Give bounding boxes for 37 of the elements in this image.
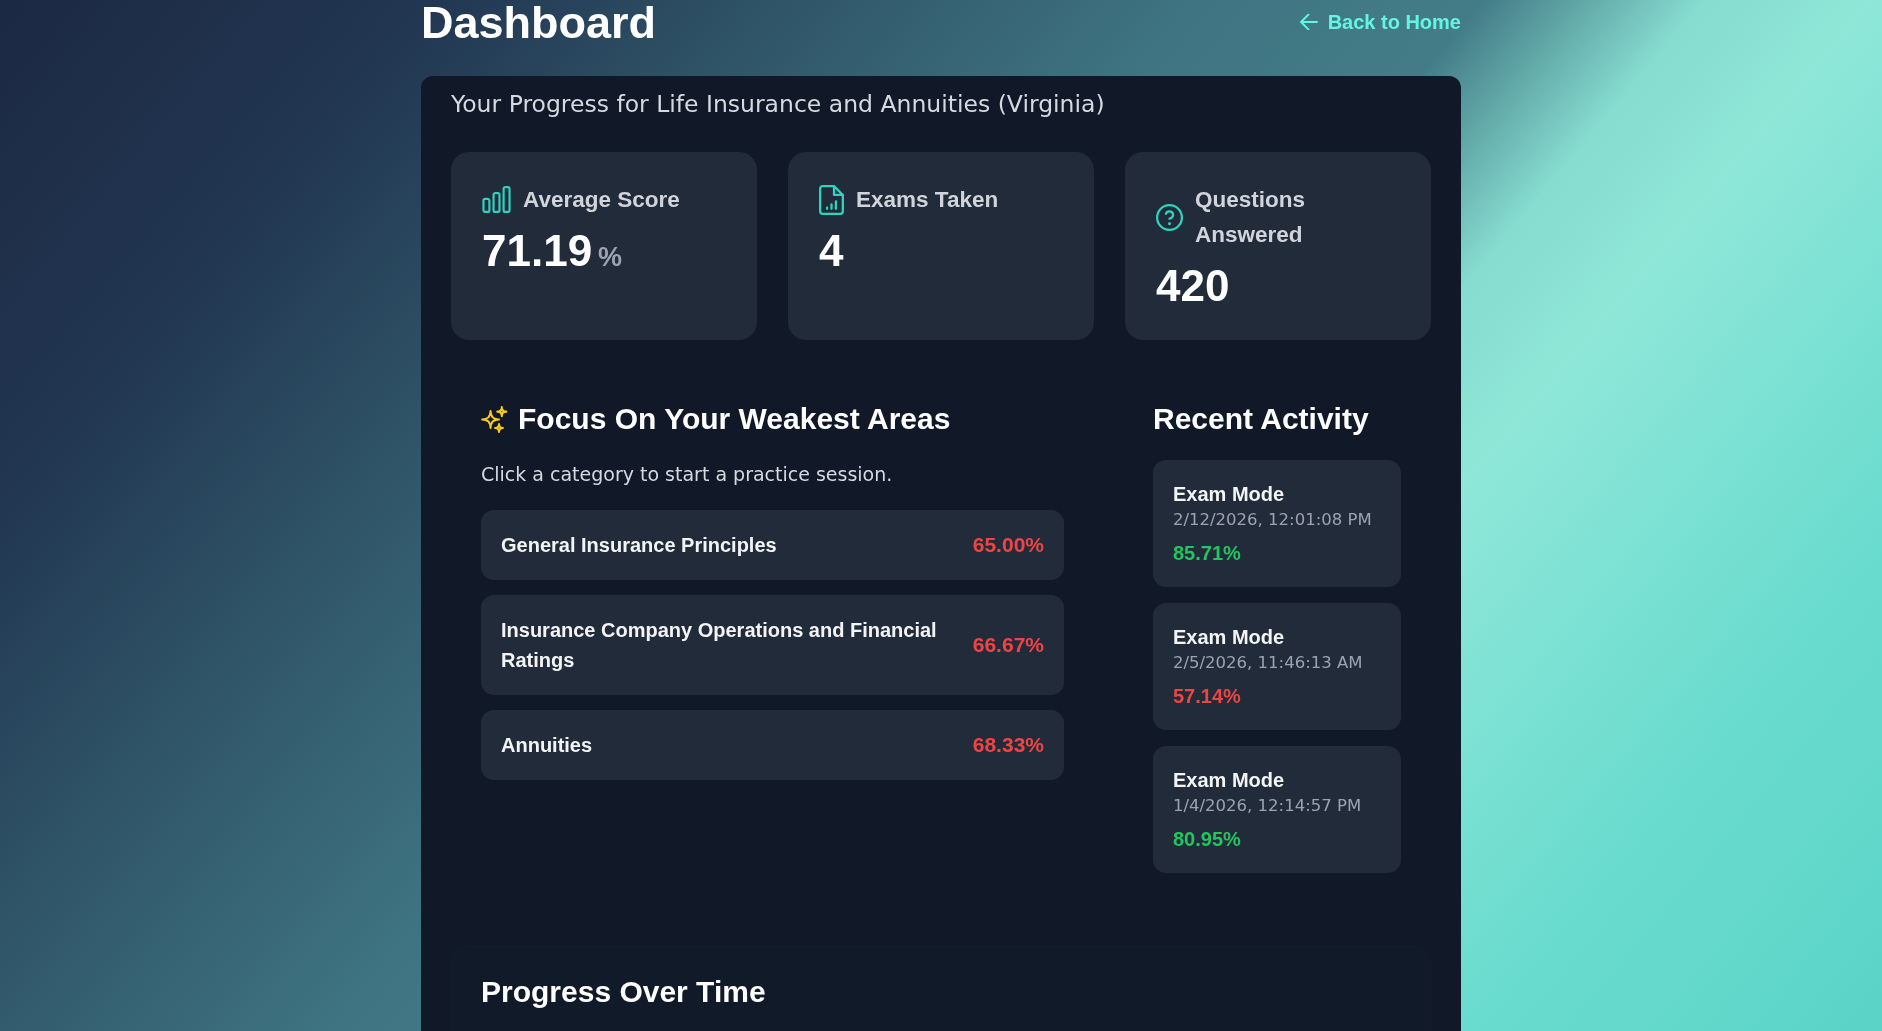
stat-label: Questions Answered bbox=[1195, 186, 1307, 249]
bar-chart-icon bbox=[482, 186, 511, 213]
category-item[interactable]: Insurance Company Operations and Financial Ratings 66.67% bbox=[481, 595, 1064, 695]
category-score: 68.33% bbox=[972, 732, 1044, 758]
category-item[interactable]: General Insurance Principles 65.00% bbox=[481, 510, 1064, 580]
category-name: General Insurance Principles bbox=[501, 533, 777, 558]
stat-value: 4 bbox=[819, 225, 844, 277]
stat-label: Average Score bbox=[523, 186, 680, 214]
file-chart-icon bbox=[819, 184, 844, 215]
activity-mode: Exam Mode bbox=[1173, 482, 1286, 507]
category-name: Insurance Company Operations and Financial Ratings bbox=[501, 618, 938, 673]
help-circle-icon bbox=[1156, 203, 1183, 231]
back-link[interactable]: Back to Home bbox=[1297, 10, 1461, 34]
activity-score: 85.71% bbox=[1173, 541, 1242, 566]
section-heading: Progress Over Time bbox=[481, 975, 767, 1009]
page-title: Dashboard bbox=[421, 0, 657, 45]
progress-subtitle: Your Progress for Life Insurance and Annuities (Virginia) bbox=[451, 90, 1106, 118]
category-score: 65.00% bbox=[972, 532, 1044, 558]
activity-mode: Exam Mode bbox=[1173, 625, 1286, 650]
category-name: Annuities bbox=[501, 733, 593, 758]
stat-value: 420 bbox=[1156, 260, 1230, 312]
section-heading: Focus On Your Weakest Areas bbox=[518, 402, 951, 436]
activity-score: 80.95% bbox=[1173, 827, 1242, 852]
sparkles-icon bbox=[481, 405, 508, 433]
category-item[interactable]: Annuities 68.33% bbox=[481, 710, 1064, 780]
activity-mode: Exam Mode bbox=[1173, 768, 1286, 793]
stat-value: 71.19 bbox=[482, 225, 593, 277]
section-description: Click a category to start a practice session. bbox=[481, 462, 894, 487]
arrow-left-icon bbox=[1297, 14, 1320, 30]
stat-label: Exams Taken bbox=[856, 186, 999, 214]
activity-date: 1/4/2026, 12:14:57 PM bbox=[1173, 795, 1363, 817]
activity-date: 2/5/2026, 11:46:13 AM bbox=[1173, 652, 1364, 674]
category-score: 66.67% bbox=[972, 632, 1044, 658]
activity-score: 57.14% bbox=[1173, 684, 1242, 709]
stat-unit: % bbox=[598, 242, 623, 273]
section-heading: Recent Activity bbox=[1153, 402, 1370, 436]
activity-date: 2/12/2026, 12:01:08 PM bbox=[1173, 509, 1373, 531]
